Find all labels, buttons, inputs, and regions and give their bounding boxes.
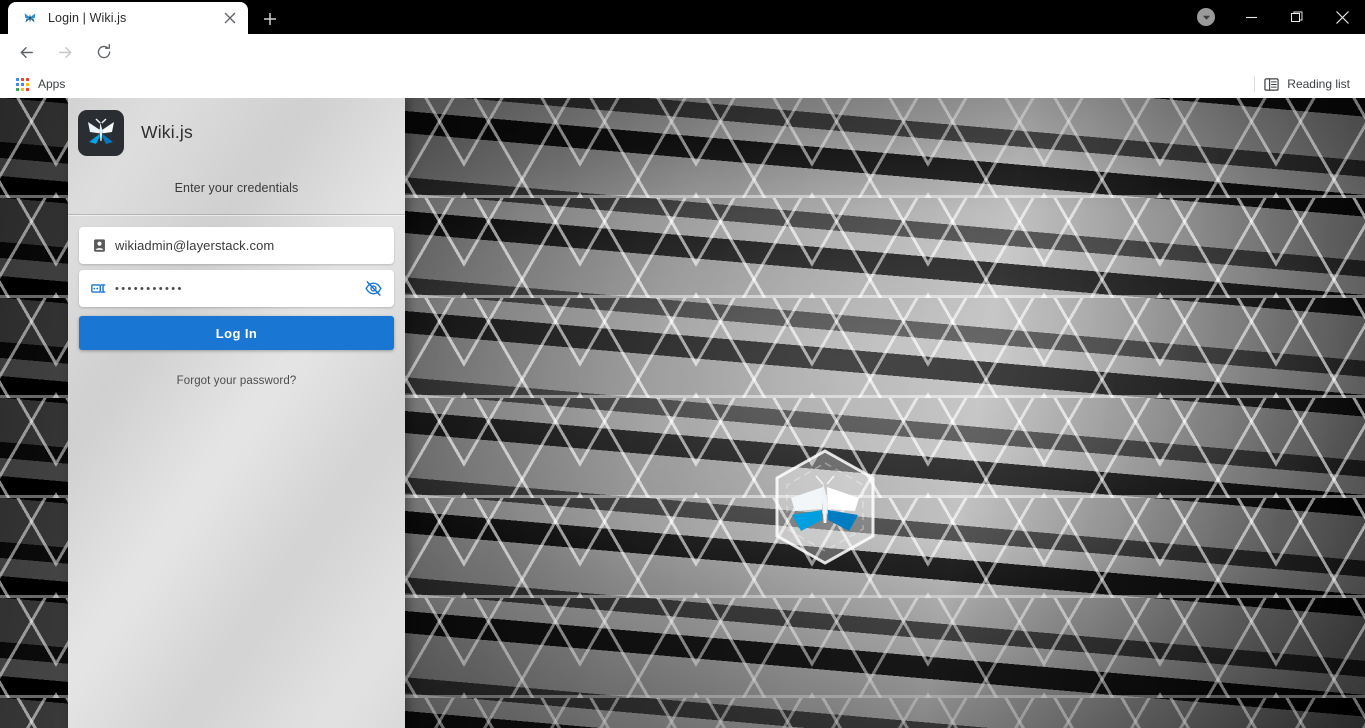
- window-maximize-button[interactable]: [1274, 0, 1320, 34]
- chevron-down-icon: [1202, 15, 1210, 20]
- wikijs-logo-tile: [78, 109, 124, 156]
- reading-list-separator: [1254, 76, 1255, 92]
- update-available-indicator[interactable]: [1197, 8, 1215, 26]
- forward-button[interactable]: [48, 35, 82, 69]
- reload-icon: [97, 43, 111, 59]
- login-subtitle: Enter your credentials: [174, 181, 299, 195]
- reload-button[interactable]: [87, 35, 121, 69]
- back-button[interactable]: [9, 35, 43, 69]
- account-box-icon: [88, 238, 110, 253]
- brand-header: Wiki.js: [68, 98, 405, 156]
- login-panel: Wiki.js Enter your credentials wikiadmin…: [68, 98, 405, 728]
- browser-tab-title: Login | Wiki.js: [48, 11, 127, 25]
- bookmarks-bar: Apps Reading list: [0, 70, 1365, 98]
- login-submit-button[interactable]: Log In: [79, 316, 394, 350]
- window-minimize-button[interactable]: [1228, 0, 1274, 34]
- new-tab-button[interactable]: [256, 5, 284, 33]
- reading-list-icon: [1264, 77, 1279, 91]
- browser-title-bar: Login | Wiki.js: [0, 0, 1365, 34]
- password-field[interactable]: •••••••••••: [79, 270, 394, 307]
- forward-arrow-icon: [58, 46, 71, 58]
- bookmark-apps-label: Apps: [38, 77, 66, 91]
- wikijs-login-page: Wiki.js Enter your credentials wikiadmin…: [0, 98, 1365, 728]
- hexagon-butterfly-watermark-icon: [775, 449, 875, 565]
- password-textbox-icon: [90, 284, 105, 293]
- browser-toolbar: Not secure wiki.layerstack.com/login: [0, 34, 1365, 100]
- plus-icon: [264, 13, 276, 25]
- browser-tab[interactable]: Login | Wiki.js: [8, 2, 248, 34]
- wikijs-butterfly-favicon-icon: [24, 13, 36, 23]
- form-textbox-password-icon: [88, 281, 110, 296]
- back-arrow-icon: [20, 46, 33, 58]
- wikijs-hexagon-watermark: [763, 445, 887, 569]
- maximize-restore-icon: [1291, 11, 1303, 22]
- bookmark-apps[interactable]: Apps: [10, 73, 73, 95]
- eye-off-icon: [364, 281, 382, 296]
- email-field[interactable]: wikiadmin@layerstack.com: [79, 227, 394, 264]
- minimize-icon: [1245, 16, 1257, 18]
- wikijs-butterfly-logo-icon: [88, 117, 114, 144]
- email-value: wikiadmin@layerstack.com: [115, 238, 275, 253]
- window-close-icon: [1336, 10, 1349, 24]
- login-form: wikiadmin@layerstack.com ••••••••••• Log…: [68, 215, 405, 387]
- forgot-password-link[interactable]: Forgot your password?: [79, 375, 394, 387]
- brand-name: Wiki.js: [141, 122, 193, 142]
- reading-list-button[interactable]: Reading list: [1257, 72, 1357, 96]
- apps-grid-icon: [14, 76, 30, 92]
- close-x-icon: [224, 12, 236, 24]
- left-background-strip: [0, 98, 68, 728]
- reading-list-label: Reading list: [1287, 77, 1350, 91]
- tab-close-icon[interactable]: [220, 8, 240, 28]
- window-close-button[interactable]: [1320, 0, 1365, 34]
- toggle-password-visibility-button[interactable]: [360, 280, 386, 297]
- password-value: •••••••••••: [115, 282, 184, 295]
- account-badge-icon: [93, 239, 105, 252]
